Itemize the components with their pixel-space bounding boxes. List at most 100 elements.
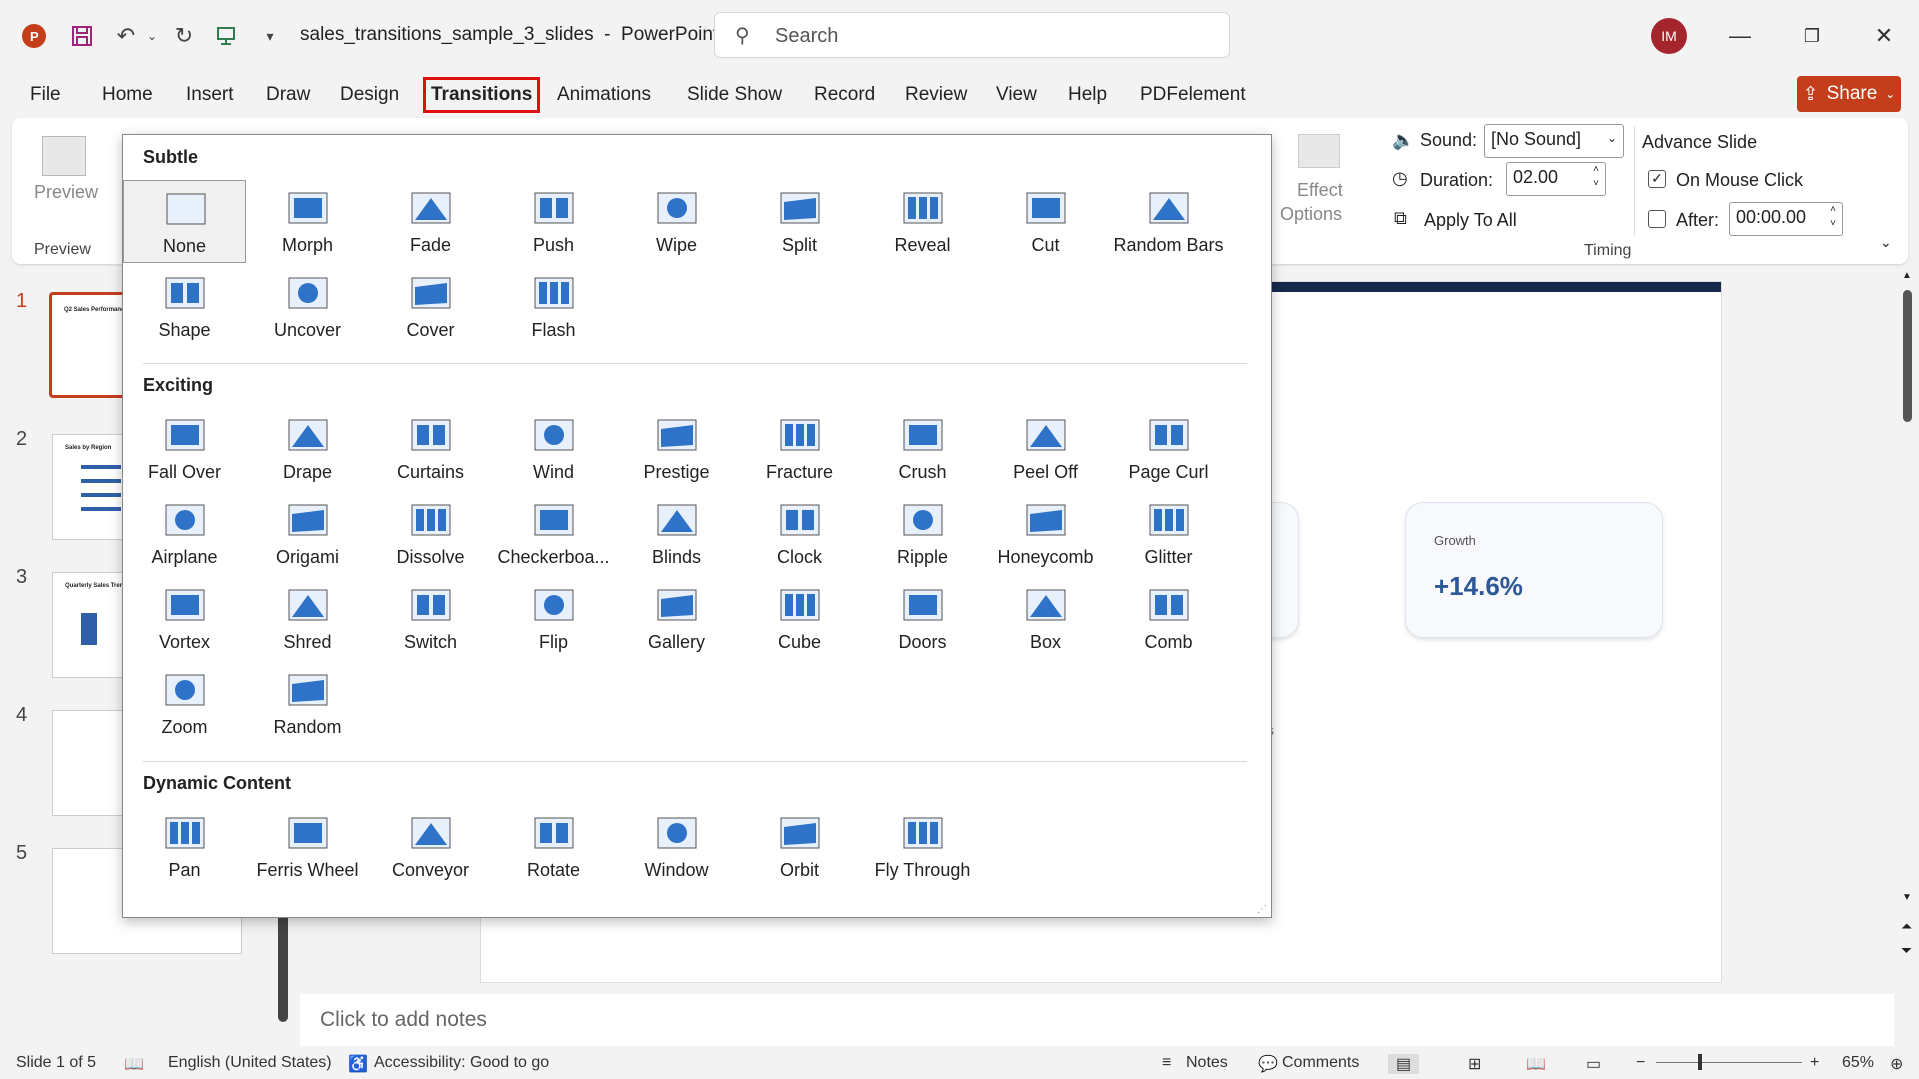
transition-flash[interactable]: Flash <box>492 265 615 348</box>
tab-help[interactable]: Help <box>1068 84 1107 106</box>
zoom-out-icon[interactable]: − <box>1636 1054 1645 1072</box>
transition-split[interactable]: Split <box>738 180 861 263</box>
search-box[interactable]: ⚲ Search <box>714 12 1230 58</box>
notes-button[interactable]: Notes <box>1186 1054 1228 1072</box>
transition-comb[interactable]: Comb <box>1107 577 1230 660</box>
after-input[interactable]: 00:00.00 ˄ ˅ <box>1729 202 1843 236</box>
tab-view[interactable]: View <box>996 84 1037 106</box>
transition-push[interactable]: Push <box>492 180 615 263</box>
duration-input[interactable]: 02.00 ˄ ˅ <box>1506 162 1606 196</box>
transition-random[interactable]: Random <box>246 662 369 745</box>
comments-button[interactable]: Comments <box>1282 1054 1359 1072</box>
accessibility-status[interactable]: Accessibility: Good to go <box>374 1054 549 1072</box>
redo-icon[interactable]: ↻ <box>170 22 198 50</box>
after-checkbox[interactable] <box>1648 210 1666 228</box>
tab-home[interactable]: Home <box>102 84 153 106</box>
transition-conveyor[interactable]: Conveyor <box>369 805 492 888</box>
transition-pan[interactable]: Pan <box>123 805 246 888</box>
tab-review[interactable]: Review <box>905 84 967 106</box>
next-slide-icon[interactable]: ⏷ <box>1901 942 1912 959</box>
transition-ripple[interactable]: Ripple <box>861 492 984 575</box>
tab-insert[interactable]: Insert <box>186 84 234 106</box>
transition-rotate[interactable]: Rotate <box>492 805 615 888</box>
transition-ferris-wheel[interactable]: Ferris Wheel <box>246 805 369 888</box>
tab-transitions[interactable]: Transitions <box>423 77 541 113</box>
transition-wind[interactable]: Wind <box>492 407 615 490</box>
transition-shred[interactable]: Shred <box>246 577 369 660</box>
transition-orbit[interactable]: Orbit <box>738 805 861 888</box>
transition-box[interactable]: Box <box>984 577 1107 660</box>
transition-vortex[interactable]: Vortex <box>123 577 246 660</box>
transition-zoom[interactable]: Zoom <box>123 662 246 745</box>
transition-doors[interactable]: Doors <box>861 577 984 660</box>
save-icon[interactable] <box>68 22 96 50</box>
undo-icon[interactable]: ↶ <box>112 22 140 50</box>
spinner-icon[interactable]: ˄ ˅ <box>1830 203 1836 231</box>
transition-cut[interactable]: Cut <box>984 180 1107 263</box>
scroll-up-icon[interactable]: ▲ <box>1902 270 1912 281</box>
transition-reveal[interactable]: Reveal <box>861 180 984 263</box>
transition-page-curl[interactable]: Page Curl <box>1107 407 1230 490</box>
transition-window[interactable]: Window <box>615 805 738 888</box>
transition-none[interactable]: None <box>123 180 246 263</box>
transition-crush[interactable]: Crush <box>861 407 984 490</box>
tab-file[interactable]: File <box>30 84 61 106</box>
normal-view-icon[interactable]: ▤ <box>1388 1054 1420 1074</box>
zoom-slider-thumb[interactable] <box>1698 1054 1702 1070</box>
undo-dropdown-icon[interactable]: ⌄ <box>138 22 166 50</box>
close-icon[interactable]: ✕ <box>1864 20 1904 52</box>
transition-airplane[interactable]: Airplane <box>123 492 246 575</box>
scroll-thumb[interactable] <box>1903 290 1912 422</box>
transition-fade[interactable]: Fade <box>369 180 492 263</box>
fit-slide-icon[interactable]: ⊕ <box>1890 1054 1903 1074</box>
transition-glitter[interactable]: Glitter <box>1107 492 1230 575</box>
share-button[interactable]: ⇪ Share ⌄ <box>1797 76 1901 112</box>
zoom-level[interactable]: 65% <box>1842 1054 1874 1072</box>
sound-select[interactable]: [No Sound] ⌄ <box>1484 124 1624 158</box>
transition-honeycomb[interactable]: Honeycomb <box>984 492 1107 575</box>
transition-prestige[interactable]: Prestige <box>615 407 738 490</box>
transition-fall-over[interactable]: Fall Over <box>123 407 246 490</box>
slide-scrollbar[interactable]: ▲ ▼ ⏶ ⏷ <box>1900 270 1916 970</box>
scroll-down-icon[interactable]: ▼ <box>1902 892 1912 903</box>
resize-grip-icon[interactable]: ⋰ <box>1257 904 1267 915</box>
transition-random-bars[interactable]: Random Bars <box>1107 180 1230 263</box>
customize-toolbar-icon[interactable]: ▾ <box>256 22 284 50</box>
on-mouse-click-checkbox[interactable]: ✓ <box>1648 170 1666 188</box>
notes-pane[interactable]: Click to add notes <box>300 994 1894 1046</box>
reading-view-icon[interactable]: 📖 <box>1526 1054 1546 1074</box>
tab-animations[interactable]: Animations <box>557 84 651 106</box>
transition-origami[interactable]: Origami <box>246 492 369 575</box>
avatar[interactable]: IM <box>1651 18 1687 54</box>
transition-blinds[interactable]: Blinds <box>615 492 738 575</box>
spinner-icon[interactable]: ˄ ˅ <box>1593 163 1599 191</box>
tab-slide-show[interactable]: Slide Show <box>687 84 782 106</box>
language-status[interactable]: English (United States) <box>168 1054 332 1072</box>
apply-to-all-button[interactable]: Apply To All <box>1424 210 1517 231</box>
restore-icon[interactable]: ❐ <box>1792 20 1832 52</box>
tab-design[interactable]: Design <box>340 84 399 106</box>
transition-drape[interactable]: Drape <box>246 407 369 490</box>
transition-gallery[interactable]: Gallery <box>615 577 738 660</box>
tab-record[interactable]: Record <box>814 84 875 106</box>
transition-cover[interactable]: Cover <box>369 265 492 348</box>
transition-dissolve[interactable]: Dissolve <box>369 492 492 575</box>
transition-clock[interactable]: Clock <box>738 492 861 575</box>
transition-shape[interactable]: Shape <box>123 265 246 348</box>
zoom-slider[interactable] <box>1656 1062 1802 1063</box>
transition-checkerboa[interactable]: Checkerboa... <box>492 492 615 575</box>
preview-button[interactable]: Preview <box>34 182 98 203</box>
transition-peel-off[interactable]: Peel Off <box>984 407 1107 490</box>
collapse-ribbon-icon[interactable]: ⌄ <box>1880 234 1892 251</box>
transition-morph[interactable]: Morph <box>246 180 369 263</box>
present-icon[interactable] <box>212 22 240 50</box>
transition-flip[interactable]: Flip <box>492 577 615 660</box>
slideshow-view-icon[interactable]: ▭ <box>1586 1054 1601 1074</box>
transition-uncover[interactable]: Uncover <box>246 265 369 348</box>
previous-slide-icon[interactable]: ⏶ <box>1901 918 1912 935</box>
tab-pdfelement[interactable]: PDFelement <box>1140 84 1246 106</box>
effect-options-label-2[interactable]: Options <box>1280 204 1342 225</box>
transition-curtains[interactable]: Curtains <box>369 407 492 490</box>
effect-options-label-1[interactable]: Effect <box>1297 180 1343 201</box>
tab-draw[interactable]: Draw <box>266 84 310 106</box>
